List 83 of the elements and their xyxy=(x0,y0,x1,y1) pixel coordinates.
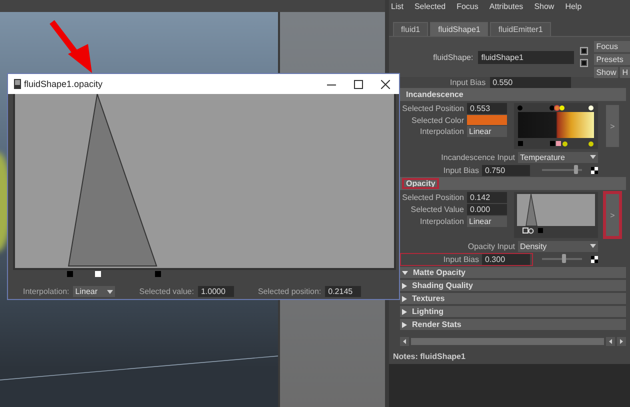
node-button[interactable]: Focus xyxy=(594,41,630,52)
section-header[interactable]: Incandescence xyxy=(400,88,626,101)
color-swatch[interactable] xyxy=(467,115,507,125)
node-button[interactable]: Show xyxy=(594,67,618,78)
menu-item[interactable]: List xyxy=(391,2,404,11)
section-title: Lighting xyxy=(412,307,444,316)
section-header[interactable]: Matte Opacity xyxy=(400,267,626,278)
menu-item[interactable]: Help xyxy=(565,2,582,11)
output-connection-icon[interactable] xyxy=(580,59,588,67)
section-title: Render Stats xyxy=(412,320,462,329)
field-label: Selected Position xyxy=(401,193,464,202)
field-label: Interpolation xyxy=(418,217,464,226)
menu-item[interactable]: Selected xyxy=(414,2,446,11)
caret-icon xyxy=(590,155,596,159)
section-header[interactable]: Shading Quality xyxy=(400,280,626,291)
field-label: Input Bias xyxy=(442,254,479,264)
interpolation-dropdown[interactable]: Linear xyxy=(467,126,507,137)
ramp-marker[interactable] xyxy=(155,271,161,277)
scroll-left-icon[interactable] xyxy=(606,337,615,346)
node-button[interactable]: Presets xyxy=(594,54,630,65)
field-label: Incandescence Input xyxy=(440,152,515,162)
tab[interactable]: fluidEmitter1 xyxy=(490,22,551,36)
field-label: Selected Value xyxy=(410,205,464,214)
section-title: Textures xyxy=(412,294,445,303)
field-label: Selected value: xyxy=(139,287,194,296)
field-label: Selected Color xyxy=(410,116,464,124)
section-header[interactable]: Opacity xyxy=(400,177,626,190)
input-connection-icon[interactable] xyxy=(580,47,588,55)
caret-icon xyxy=(107,290,114,294)
app-icon xyxy=(14,79,21,89)
caret-icon xyxy=(590,244,596,248)
node-button[interactable]: H xyxy=(620,67,630,78)
field-label: Interpolation xyxy=(418,127,464,136)
field-label: Input Bias xyxy=(442,166,479,174)
annotation-arrow xyxy=(50,20,92,73)
scroll-right-icon[interactable] xyxy=(617,337,626,346)
menu-item[interactable]: Show xyxy=(534,2,554,11)
color-ramp[interactable] xyxy=(514,103,598,149)
section-title: Shading Quality xyxy=(412,281,473,290)
close-icon[interactable] xyxy=(381,80,390,88)
interpolation-dropdown[interactable]: Linear xyxy=(467,216,507,227)
section-title: Opacity xyxy=(403,179,438,188)
ramp-marker[interactable] xyxy=(95,271,101,277)
value-field[interactable]: 0.000 xyxy=(467,204,507,215)
slider-thumb[interactable] xyxy=(574,165,578,174)
scrollbar-thumb[interactable] xyxy=(411,338,604,345)
section-header[interactable]: Textures xyxy=(400,293,626,304)
interpolation-dropdown[interactable]: Linear xyxy=(73,286,116,297)
section-header[interactable]: Render Stats xyxy=(400,319,626,330)
input-dropdown[interactable]: Density xyxy=(518,240,598,252)
value-field[interactable]: 0.142 xyxy=(467,192,507,203)
field-label: fluidShape: xyxy=(433,53,474,62)
value-field[interactable]: 0.553 xyxy=(467,103,507,114)
value-field[interactable]: 1.0000 xyxy=(198,286,234,297)
field-label: Interpolation: xyxy=(23,287,70,296)
window-title: fluidShape1.opacity xyxy=(24,79,103,89)
value-field[interactable]: 0.750 xyxy=(482,164,530,176)
section-title: Matte Opacity xyxy=(413,268,466,277)
value-field[interactable]: 0.550 xyxy=(490,76,571,88)
notes-field[interactable] xyxy=(389,364,630,407)
field-label: Opacity Input xyxy=(466,242,515,250)
menu-item[interactable]: Attributes xyxy=(489,2,524,11)
checker-icon[interactable] xyxy=(591,166,598,174)
ramp-marker[interactable] xyxy=(67,271,73,277)
slider-thumb[interactable] xyxy=(562,254,566,263)
tab[interactable]: fluid1 xyxy=(393,22,428,36)
curve-ramp[interactable] xyxy=(514,192,598,238)
tab[interactable]: fluidShape1 xyxy=(430,22,488,36)
section-title: Incandescence xyxy=(405,90,464,99)
field-label: Selected position: xyxy=(258,287,322,296)
input-dropdown[interactable]: Temperature xyxy=(518,152,598,162)
value-field[interactable]: 0.2145 xyxy=(325,286,362,297)
menu-item[interactable]: Focus xyxy=(456,2,478,11)
scroll-left-icon[interactable] xyxy=(400,337,409,346)
maximize-icon[interactable] xyxy=(354,80,363,88)
curve-graph[interactable] xyxy=(13,94,396,270)
field-label: Input Bias xyxy=(450,78,486,86)
value-field[interactable]: 0.300 xyxy=(482,254,530,264)
node-name-field[interactable]: fluidShape1 xyxy=(478,51,574,64)
checker-icon[interactable] xyxy=(591,256,598,262)
notes-label: Notes: fluidShape1 xyxy=(392,352,466,363)
field-label: Selected Position xyxy=(401,104,464,113)
section-header[interactable]: Lighting xyxy=(400,306,626,317)
